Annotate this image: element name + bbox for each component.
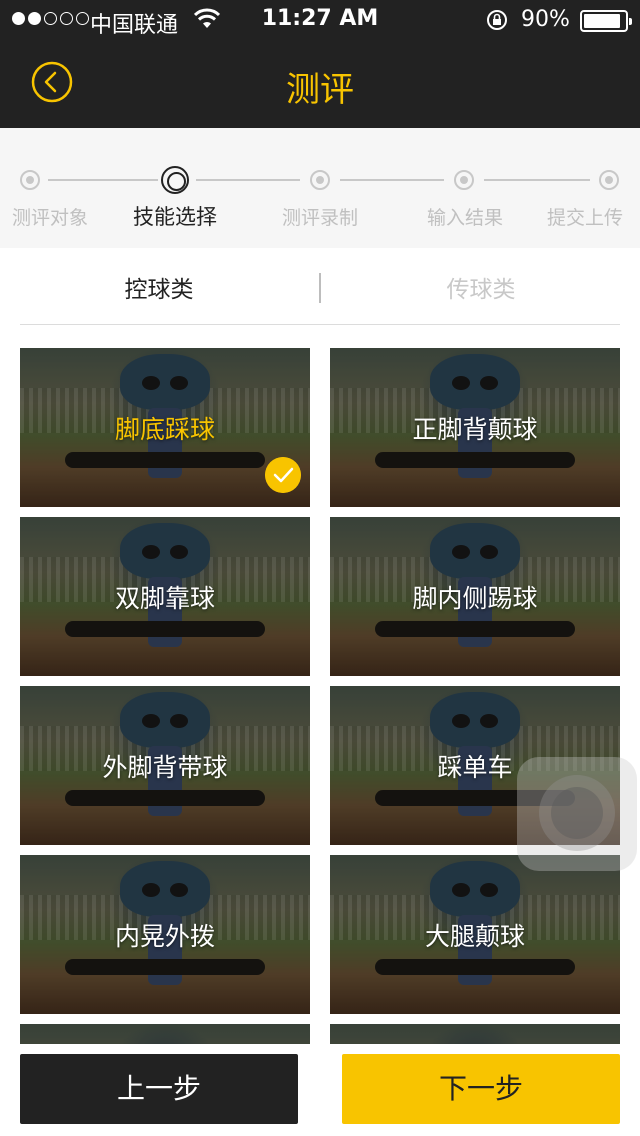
back-button[interactable]	[31, 61, 73, 103]
skill-card[interactable]: 脚内侧踢球	[330, 517, 620, 676]
step-node-3	[310, 170, 330, 190]
status-time: 11:27 AM	[261, 6, 379, 31]
rotation-lock-icon	[487, 10, 507, 30]
skill-label: 正脚背颠球	[412, 415, 538, 444]
assistive-touch-button[interactable]	[517, 757, 637, 871]
step-connector	[196, 179, 300, 181]
status-bar: 中国联通 11:27 AM 90%	[0, 0, 640, 40]
next-step-button[interactable]: 下一步	[342, 1054, 620, 1124]
signal-dot	[12, 12, 25, 25]
check-icon	[265, 457, 301, 493]
step-connector	[484, 179, 590, 181]
skill-label: 双脚靠球	[114, 584, 215, 613]
step-node-2	[161, 166, 189, 194]
signal-dot	[76, 12, 89, 25]
step-node-5	[599, 170, 619, 190]
step-label-record: 测评录制	[281, 207, 359, 229]
step-connector	[340, 179, 444, 181]
skill-label: 大腿颠球	[424, 922, 525, 951]
skill-card-partial[interactable]	[20, 1024, 310, 1044]
step-connector	[48, 179, 158, 181]
tab-underline	[20, 324, 620, 325]
wifi-icon	[194, 8, 220, 28]
signal-dot	[44, 12, 57, 25]
tab-passing[interactable]: 传球类	[447, 270, 516, 304]
skill-label: 脚底踩球	[114, 415, 215, 444]
tab-ball-control[interactable]: 控球类	[125, 270, 194, 304]
top-bar: 中国联通 11:27 AM 90% 测评	[0, 0, 640, 128]
skill-label: 内晃外拨	[114, 922, 215, 951]
step-label-target: 测评对象	[11, 207, 89, 229]
step-label-submit: 提交上传	[546, 207, 624, 229]
step-label-result: 输入结果	[426, 207, 504, 229]
battery-icon	[580, 10, 632, 32]
carrier-name: 中国联通	[90, 13, 179, 38]
signal-dot	[28, 12, 41, 25]
step-label-skill: 技能选择	[133, 205, 217, 229]
prev-step-button[interactable]: 上一步	[20, 1054, 298, 1124]
skill-card[interactable]: 大腿颠球	[330, 855, 620, 1014]
signal-strength	[12, 12, 89, 25]
step-node-4	[454, 170, 474, 190]
page-title: 测评	[286, 70, 354, 110]
step-node-1	[20, 170, 40, 190]
tab-divider	[319, 273, 321, 303]
card-image	[330, 1024, 620, 1044]
skill-card[interactable]: 内晃外拨	[20, 855, 310, 1014]
skill-grid: 脚底踩球 正脚背颠球 双脚靠球 脚内侧踢球 外脚背带球 踩单车 内晃外拨 大腿颠…	[0, 348, 640, 1044]
skill-card[interactable]: 外脚背带球	[20, 686, 310, 845]
assistive-touch-core	[551, 787, 603, 839]
skill-card-partial[interactable]	[330, 1024, 620, 1044]
skill-card[interactable]: 脚底踩球	[20, 348, 310, 507]
skill-card[interactable]: 双脚靠球	[20, 517, 310, 676]
signal-dot	[60, 12, 73, 25]
skill-label: 外脚背带球	[102, 753, 228, 782]
skill-label: 脚内侧踢球	[412, 584, 538, 613]
card-image	[20, 1024, 310, 1044]
battery-percent: 90%	[521, 7, 570, 32]
skill-card[interactable]: 正脚背颠球	[330, 348, 620, 507]
